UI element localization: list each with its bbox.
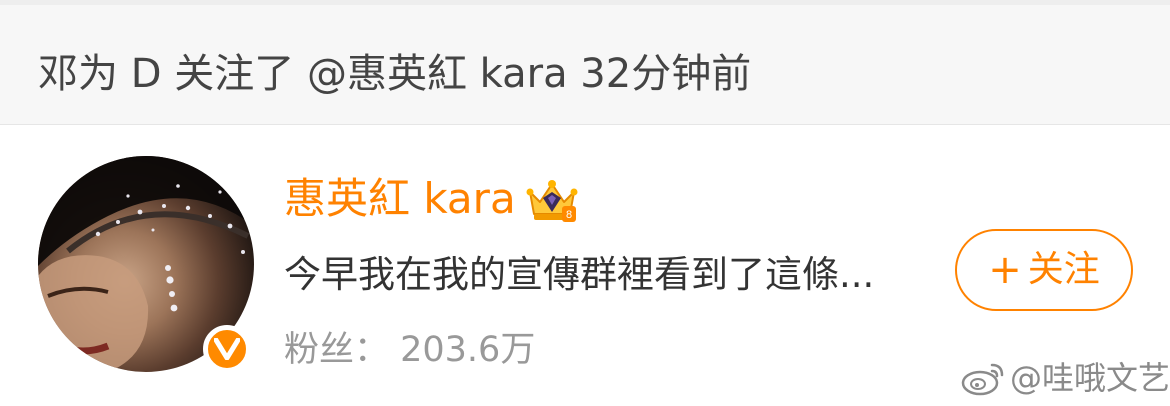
crown-badge-icon: 8: [526, 180, 578, 222]
activity-text: 邓为 D 关注了 @惠英紅 kara 32分钟前: [38, 51, 752, 97]
svg-text:8: 8: [566, 209, 572, 221]
plus-icon: +: [988, 247, 1022, 293]
user-name[interactable]: 惠英紅 kara: [284, 172, 516, 226]
verified-badge: [203, 325, 251, 373]
user-bio: 今早我在我的宣傳群裡看到了這條...: [284, 253, 875, 296]
fans-count: 粉丝： 203.6万: [284, 330, 536, 370]
user-card-page: 邓为 D 关注了 @惠英紅 kara 32分钟前 惠英紅 kara 8 今早我在…: [0, 0, 1170, 406]
watermark-text: @哇哦文艺: [1010, 359, 1170, 397]
activity-header: 邓为 D 关注了 @惠英紅 kara 32分钟前: [0, 5, 1170, 124]
follow-button-label: 关注: [1027, 249, 1100, 290]
follow-button[interactable]: + 关注: [955, 229, 1133, 311]
weibo-logo-icon: [961, 363, 1004, 396]
divider: [0, 124, 1170, 125]
watermark: @哇哦文艺: [960, 356, 1170, 400]
verified-v-icon: [214, 338, 240, 360]
